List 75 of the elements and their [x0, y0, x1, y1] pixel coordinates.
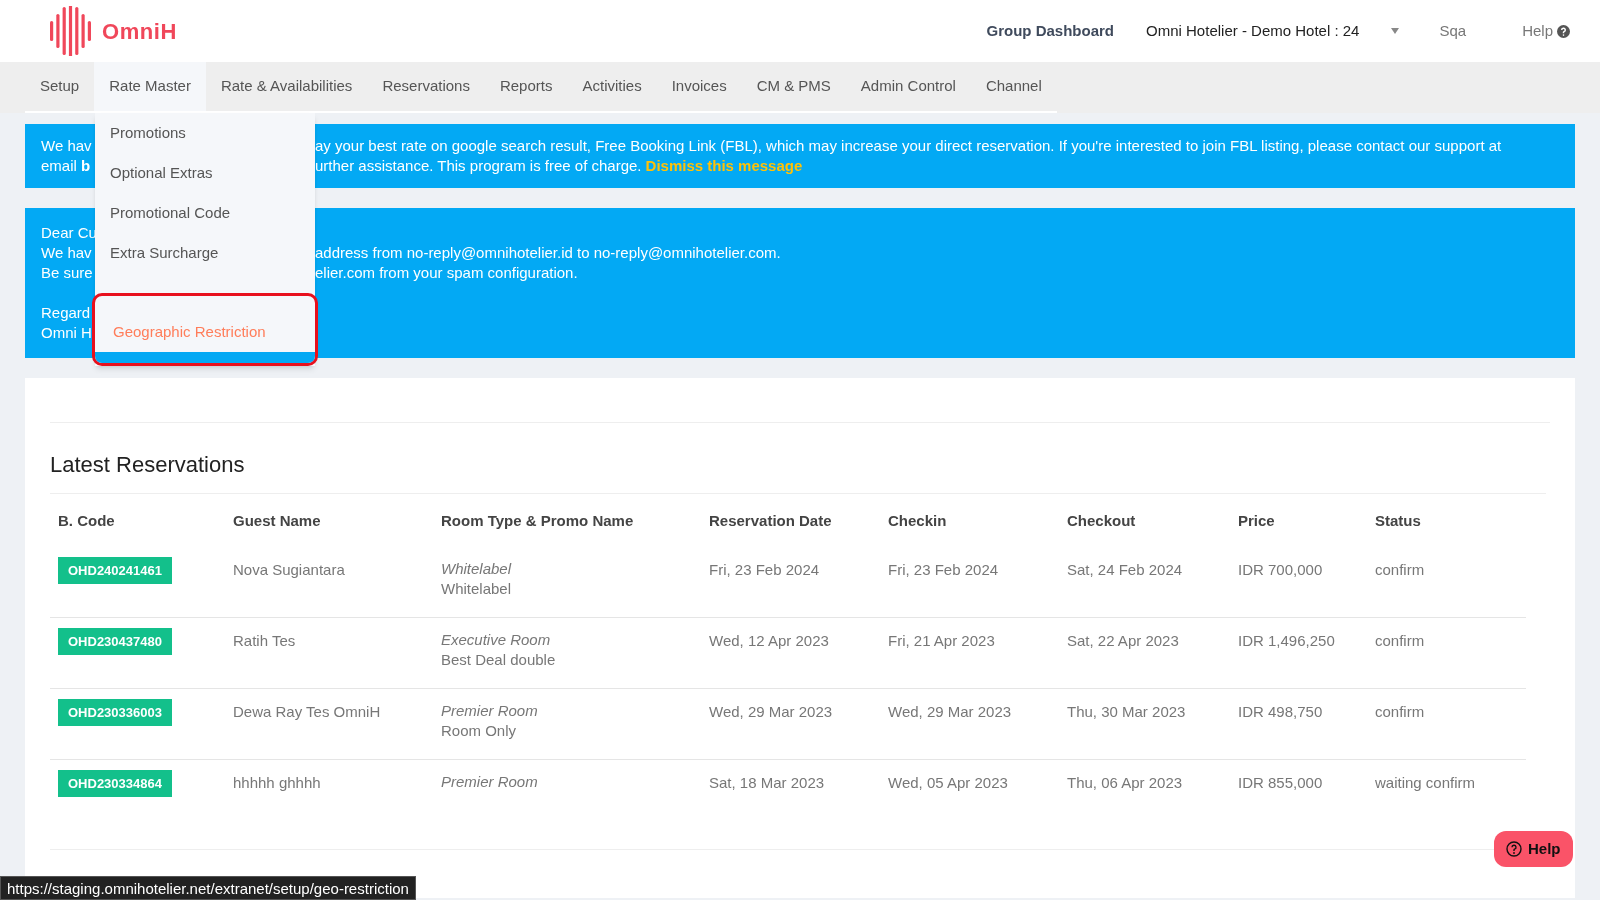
table-cell-text: Premier Room	[441, 771, 539, 792]
table-cell-text: confirm	[1375, 559, 1426, 580]
table-cell-text: IDR 855,000	[1238, 772, 1324, 793]
table-cell-text: Whitelabel	[441, 558, 513, 579]
table-cell-text: Fri, 23 Feb 2024	[709, 559, 821, 580]
banner-text: address from no-reply@omnihotelier.id to no-reply@omnihotelier.com.	[315, 243, 781, 263]
table-cell-text: Sat, 18 Mar 2023	[709, 772, 826, 793]
table-cell-text: Ratih Tes	[233, 630, 297, 651]
menu-item[interactable]: Optional Extras	[95, 153, 315, 193]
nav-tab[interactable]: Invoices	[656, 62, 742, 111]
table-cell-text: confirm	[1375, 701, 1426, 722]
column-header: Checkout	[1067, 511, 1137, 531]
nav-tab[interactable]: Reservations	[367, 62, 485, 111]
table-cell-text: Wed, 29 Mar 2023	[709, 701, 834, 722]
table-cell-text: IDR 1,496,250	[1238, 630, 1336, 651]
table-cell-text: Executive Room	[441, 629, 552, 650]
banner-text: ay your best rate on google search result, Free Booking Link (FBL), which may increase your direct reservation. If you're interested to join FBL listing, please contact our support at	[315, 136, 1502, 156]
nav-tab[interactable]: Rate & Availabilities	[205, 62, 368, 111]
nav-tab[interactable]: Reports	[484, 62, 568, 111]
hotel-select[interactable]: Omni Hotelier - Demo Hotel : 24	[1146, 19, 1400, 43]
column-header: Guest Name	[233, 511, 322, 531]
table-cell-text: Wed, 05 Apr 2023	[888, 772, 1009, 793]
banner-text: Regard	[41, 304, 91, 321]
table-cell-text: Best Deal double	[441, 649, 557, 670]
nav-tab[interactable]: Rate Master	[94, 62, 206, 111]
table-cell-text: Wed, 12 Apr 2023	[709, 630, 830, 651]
banner-text: We hav	[41, 244, 92, 261]
menu-item[interactable]: Promotional Code	[95, 193, 315, 233]
help-link[interactable]: Help	[1522, 19, 1570, 43]
nav-tab[interactable]: CM & PMS	[741, 62, 846, 111]
column-header: Room Type & Promo Name	[441, 511, 635, 531]
column-header: Reservation Date	[709, 511, 833, 531]
table-cell-text: Sat, 22 Apr 2023	[1067, 630, 1180, 651]
table-cell-text: Thu, 06 Apr 2023	[1067, 772, 1184, 793]
table-cell-text: Nova Sugiantara	[233, 559, 346, 580]
table-cell-text: IDR 498,750	[1238, 701, 1324, 722]
banner-text: We hav	[41, 137, 92, 154]
menu-item[interactable]: Extra Surcharge	[95, 233, 315, 273]
column-header: Checkin	[888, 511, 948, 531]
nav-tab[interactable]: Channel	[970, 62, 1057, 111]
banner-text: elier.com from your spam configuration.	[315, 263, 578, 283]
column-header: Status	[1375, 511, 1422, 531]
table-cell-text: Sat, 24 Feb 2024	[1067, 559, 1184, 580]
banner-text: Omni H	[41, 324, 92, 341]
table-cell-text: Fri, 23 Feb 2024	[888, 559, 1000, 580]
column-header: Price	[1238, 511, 1276, 531]
banner-text: urther assistance. This program is free of charge.	[315, 156, 642, 176]
section-title: Latest Reservations	[50, 451, 246, 479]
help-button[interactable]: Help	[1494, 831, 1573, 867]
table-cell-text: Premier Room	[441, 700, 539, 721]
group-dashboard-link[interactable]: Group Dashboard	[986, 19, 1115, 43]
table-cell-text: Thu, 30 Mar 2023	[1067, 701, 1187, 722]
table-cell-text: Wed, 29 Mar 2023	[888, 701, 1013, 722]
nav-tab[interactable]: Activities	[567, 62, 657, 111]
question-icon	[1506, 841, 1522, 857]
column-header: B. Code	[58, 511, 116, 531]
table-cell-text: confirm	[1375, 630, 1426, 651]
table-cell-text: Room Only	[441, 720, 518, 741]
banner-text: Be sure	[41, 264, 93, 281]
table-cell-text: Fri, 21 Apr 2023	[888, 630, 996, 651]
caret-icon	[1391, 28, 1400, 34]
user-link[interactable]: Sqa	[1439, 19, 1467, 43]
nav-tab[interactable]: Admin Control	[845, 62, 971, 111]
table-cell-text: IDR 700,000	[1238, 559, 1324, 580]
table-cell-text: Whitelabel	[441, 578, 513, 599]
logo-icon	[48, 6, 94, 56]
table-cell-text: hhhhh ghhhh	[233, 772, 322, 793]
table-cell-text: waiting confirm	[1375, 772, 1477, 793]
banner-text: email b	[41, 157, 91, 174]
nav-tab[interactable]: Setup	[25, 62, 95, 111]
menu-item[interactable]: Promotions	[95, 113, 315, 153]
table-cell-text: Dewa Ray Tes OmniH	[233, 701, 382, 722]
logo-text[interactable]: OmniH	[102, 14, 177, 48]
status-bar-url: https://staging.omnihotelier.net/extranet/setup/geo-restriction	[0, 876, 416, 900]
question-icon	[1557, 24, 1570, 38]
